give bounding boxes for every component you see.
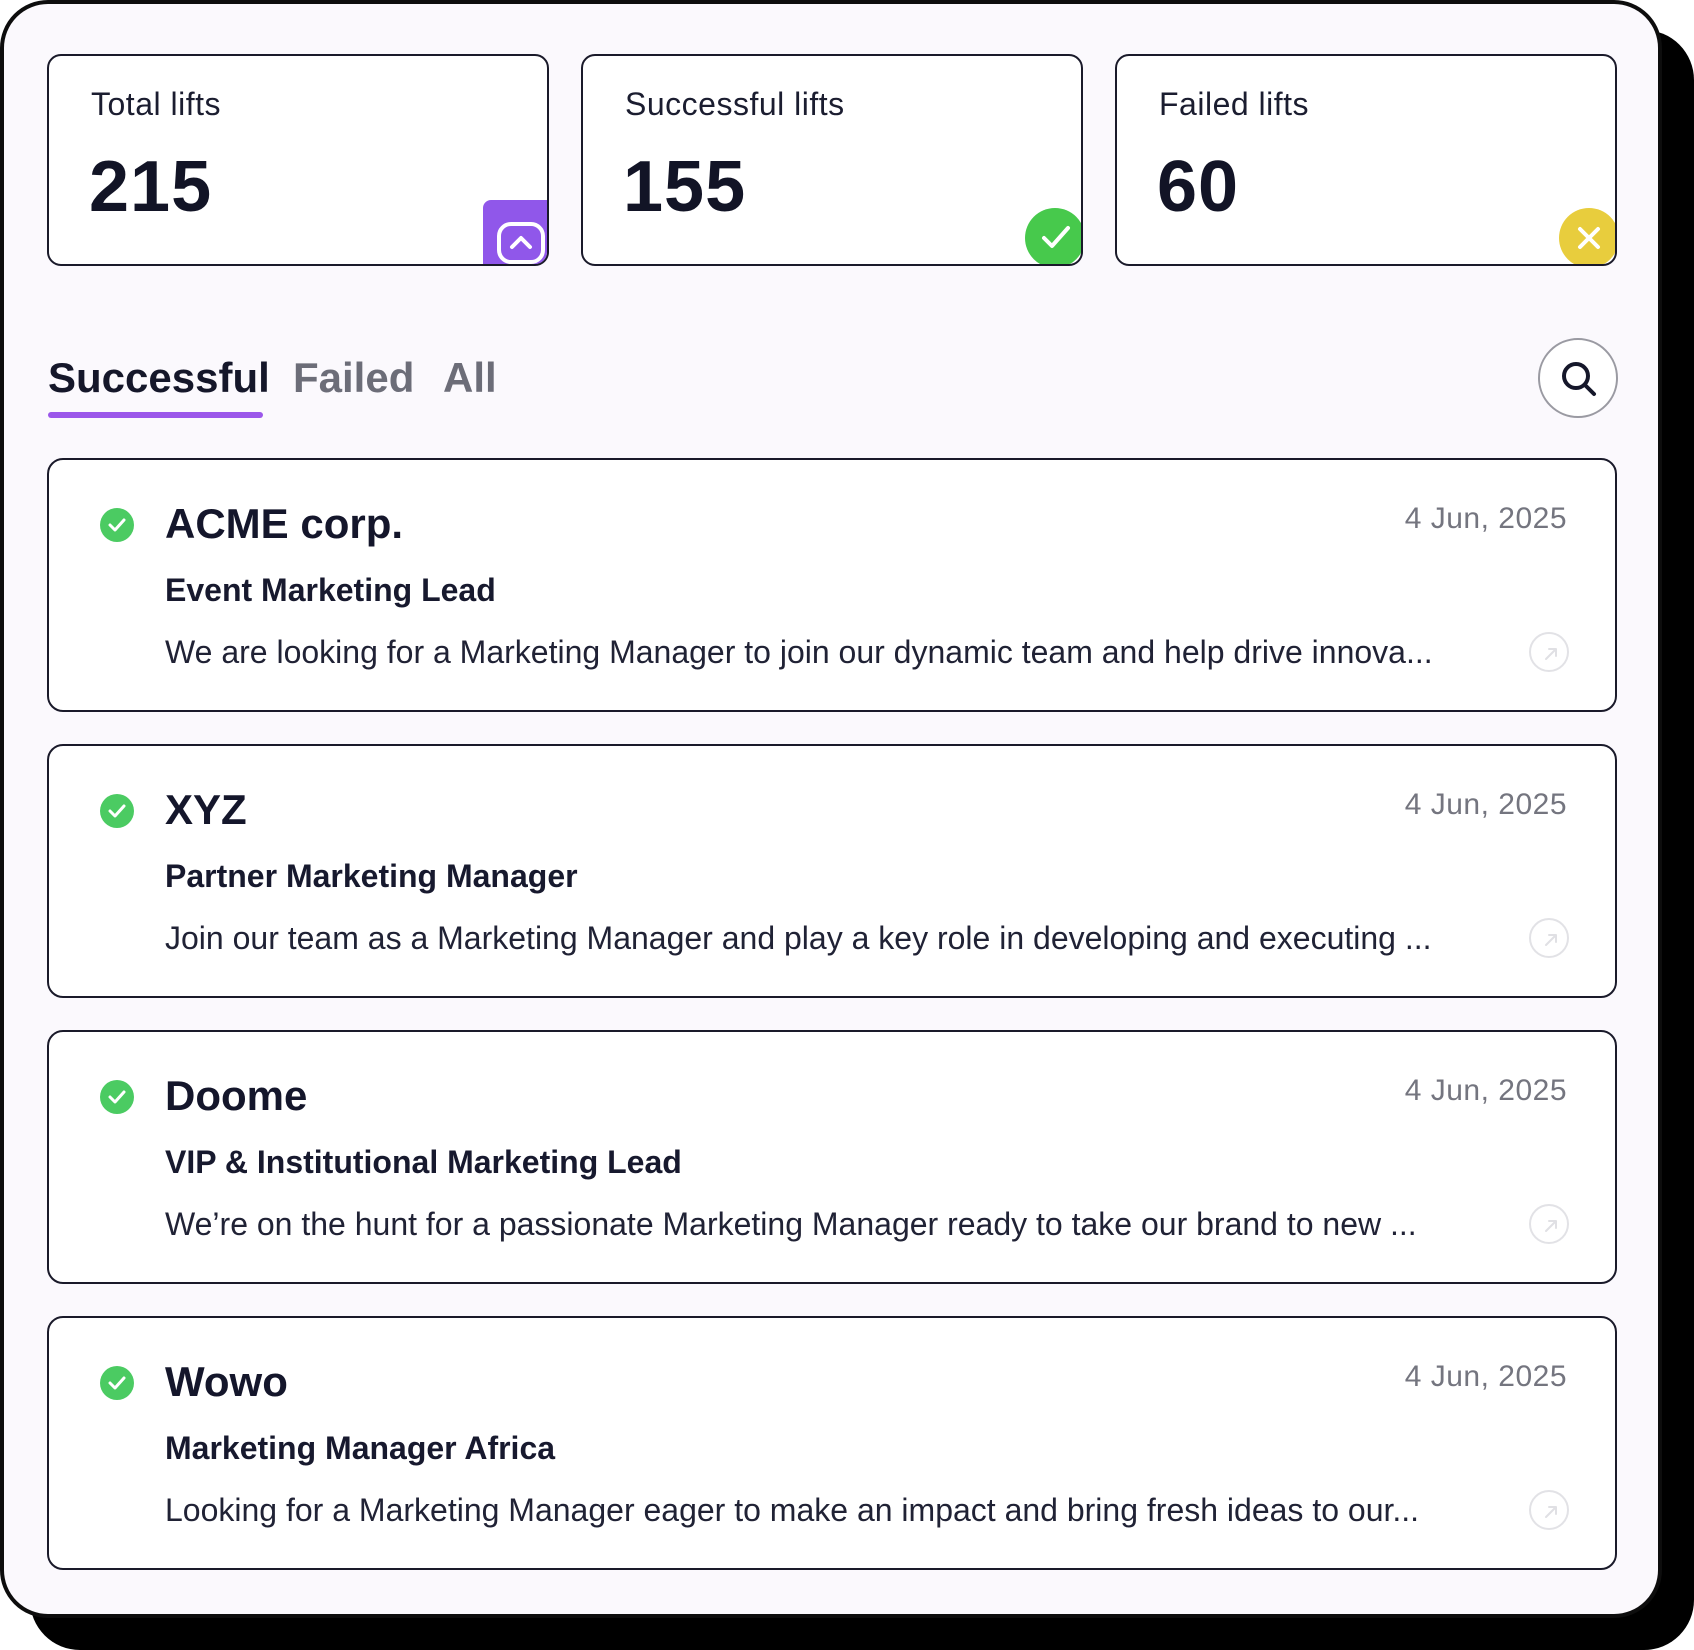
lifts-panel: Total lifts 215 Successful lifts 155 Fai… bbox=[0, 0, 1662, 1618]
open-link-icon[interactable] bbox=[1529, 1490, 1569, 1530]
job-description: Join our team as a Marketing Manager and… bbox=[165, 920, 1432, 956]
job-date: 4 Jun, 2025 bbox=[1404, 1074, 1567, 1107]
tab-all[interactable]: All bbox=[443, 354, 497, 402]
company-name: XYZ bbox=[165, 786, 247, 833]
open-link-icon[interactable] bbox=[1529, 918, 1569, 958]
success-status-icon bbox=[100, 1080, 134, 1114]
stat-value: 60 bbox=[1157, 147, 1240, 227]
open-link-icon[interactable] bbox=[1529, 1204, 1569, 1244]
job-role: Partner Marketing Manager bbox=[165, 858, 578, 894]
success-status-icon bbox=[100, 794, 134, 828]
job-date: 4 Jun, 2025 bbox=[1404, 1360, 1567, 1393]
job-date: 4 Jun, 2025 bbox=[1404, 788, 1567, 821]
job-card[interactable]: Doome 4 Jun, 2025 VIP & Institutional Ma… bbox=[47, 1030, 1617, 1284]
company-name: Doome bbox=[165, 1072, 308, 1119]
stat-label: Failed lifts bbox=[1159, 86, 1310, 122]
job-card[interactable]: Wowo 4 Jun, 2025 Marketing Manager Afric… bbox=[47, 1316, 1617, 1570]
job-card[interactable]: XYZ 4 Jun, 2025 Partner Marketing Manage… bbox=[47, 744, 1617, 998]
chevron-up-icon bbox=[497, 222, 545, 264]
job-role: Event Marketing Lead bbox=[165, 572, 496, 608]
total-badge bbox=[483, 200, 547, 264]
job-role: Marketing Manager Africa bbox=[165, 1430, 556, 1466]
stat-card-successful: Successful lifts 155 bbox=[581, 54, 1083, 266]
stat-value: 215 bbox=[89, 147, 213, 227]
active-tab-indicator bbox=[48, 412, 263, 418]
open-link-icon[interactable] bbox=[1529, 632, 1569, 672]
company-name: Wowo bbox=[165, 1358, 288, 1405]
success-status-icon bbox=[100, 1366, 134, 1400]
check-icon bbox=[1025, 208, 1081, 264]
job-description: We’re on the hunt for a passionate Marke… bbox=[165, 1206, 1417, 1242]
stat-label: Total lifts bbox=[91, 86, 221, 122]
job-card[interactable]: ACME corp. 4 Jun, 2025 Event Marketing L… bbox=[47, 458, 1617, 712]
search-icon bbox=[1562, 362, 1596, 396]
job-role: VIP & Institutional Marketing Lead bbox=[165, 1144, 682, 1180]
stats-row: Total lifts 215 Successful lifts 155 Fai… bbox=[47, 54, 1617, 266]
stat-card-failed: Failed lifts 60 bbox=[1115, 54, 1617, 266]
stat-label: Successful lifts bbox=[625, 86, 845, 122]
job-description: Looking for a Marketing Manager eager to… bbox=[165, 1492, 1420, 1528]
job-description: We are looking for a Marketing Manager t… bbox=[165, 634, 1433, 670]
stat-value: 155 bbox=[623, 147, 747, 227]
company-name: ACME corp. bbox=[165, 500, 404, 547]
tab-successful[interactable]: Successful bbox=[48, 354, 270, 402]
search-button[interactable] bbox=[1538, 338, 1618, 418]
job-date: 4 Jun, 2025 bbox=[1404, 502, 1567, 535]
x-icon bbox=[1559, 208, 1615, 264]
tab-failed[interactable]: Failed bbox=[293, 354, 414, 402]
success-status-icon bbox=[100, 508, 134, 542]
stat-card-total: Total lifts 215 bbox=[47, 54, 549, 266]
